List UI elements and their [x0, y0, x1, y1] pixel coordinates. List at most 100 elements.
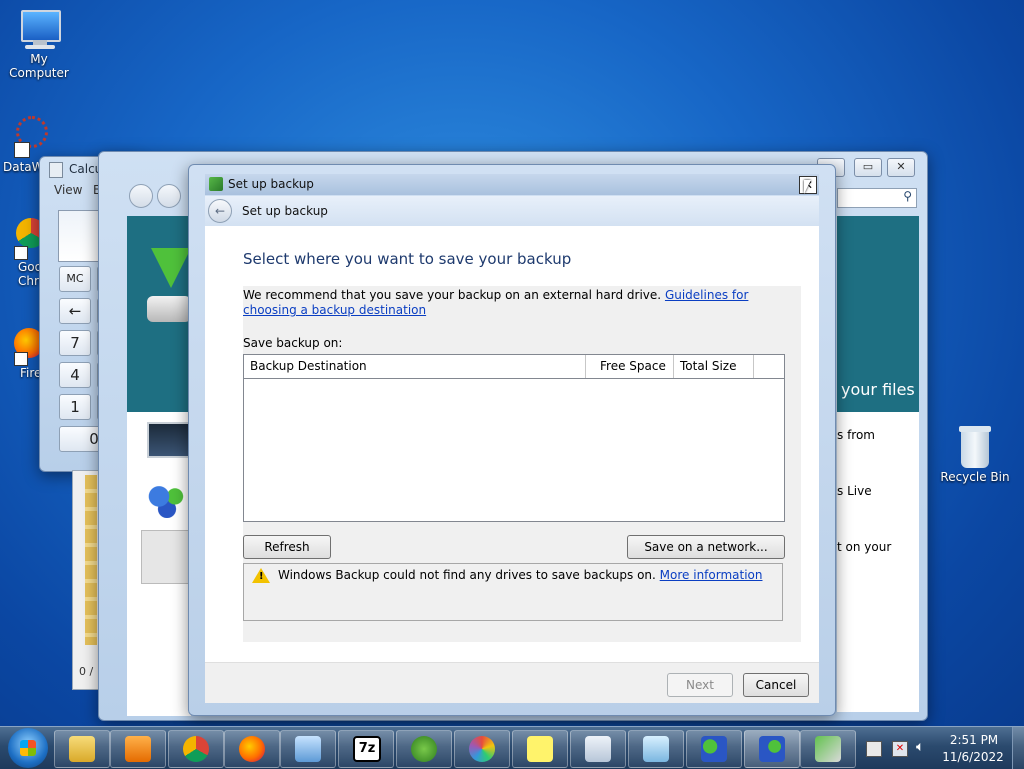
chrome-icon — [0, 216, 46, 260]
shortcut-arrow-icon — [14, 142, 30, 158]
back-button[interactable] — [129, 184, 153, 208]
frog-icon — [411, 736, 437, 762]
taskbar-chrome[interactable] — [168, 730, 224, 768]
desktop-icon-label: Recycle Bin — [940, 470, 1010, 484]
desktop-icon-label: Fire — [20, 366, 42, 380]
show-desktop-button[interactable] — [1012, 727, 1024, 769]
next-button[interactable]: Next — [667, 673, 733, 697]
calc-button-backspace[interactable]: ← — [59, 298, 91, 324]
desktop-icon-label: My Computer — [9, 52, 69, 80]
desktop-icon-recycle-bin[interactable]: Recycle Bin — [940, 424, 1010, 484]
close-button[interactable]: ✕ — [887, 158, 915, 177]
tray-network-icon[interactable]: ✕ — [892, 741, 908, 757]
dataw-icon — [0, 116, 48, 160]
desktop-icon-my-computer[interactable]: My Computer — [0, 8, 78, 80]
taskbar: 7z ✕ 🔈︎ 2:51 PM 11/6/2022 — [0, 726, 1024, 769]
desktop-icon-firefox[interactable]: Fire — [0, 326, 44, 380]
start-button[interactable] — [8, 728, 48, 768]
firefox-icon — [0, 326, 44, 366]
recommend-text: We recommend that you save your backup o… — [243, 288, 791, 318]
column-header-free-space[interactable]: Free Space — [594, 355, 674, 378]
dialog-back-button[interactable]: ← — [208, 199, 232, 223]
forward-button[interactable] — [157, 184, 181, 208]
clock-date[interactable]: 11/6/2022 — [940, 750, 1006, 764]
calc-button-7[interactable]: 7 — [59, 330, 91, 356]
right-banner: your files — [837, 216, 919, 412]
taskbar-control-panel[interactable] — [280, 730, 336, 768]
maximize-button[interactable]: ▭ — [854, 158, 882, 177]
backup-app-icon — [209, 177, 223, 191]
drive-icon — [147, 296, 191, 322]
sticky-notes-icon — [527, 736, 553, 762]
notepad-icon — [643, 736, 669, 762]
search-icon: ⚲ — [903, 189, 912, 203]
setup-backup-dialog[interactable]: Set up backup ✕ ← Set up backup Select w… — [188, 164, 836, 716]
save-on-label: Save backup on: — [243, 336, 343, 350]
calc-button-4[interactable]: 4 — [59, 362, 91, 388]
taskbar-network-2[interactable] — [744, 730, 800, 768]
dialog-title: Set up backup — [228, 177, 314, 191]
mouse-pointer-icon — [804, 180, 811, 194]
calculator-app-icon — [49, 162, 63, 178]
taskbar-notepad[interactable] — [628, 730, 684, 768]
monitor-icon — [147, 422, 191, 458]
dialog-nav-bar: ← Set up backup — [205, 196, 819, 226]
taskbar-explorer[interactable] — [54, 730, 110, 768]
taskbar-media[interactable] — [110, 730, 166, 768]
taskbar-backup[interactable] — [800, 730, 856, 768]
7zip-icon: 7z — [353, 736, 381, 762]
column-header-total-size[interactable]: Total Size — [674, 355, 754, 378]
clock-time[interactable]: 2:51 PM — [946, 733, 1002, 747]
windows-logo-icon — [20, 740, 36, 756]
taskbar-frog[interactable] — [396, 730, 452, 768]
back-arrow-icon: ← — [214, 204, 226, 218]
control-panel-icon — [295, 736, 321, 762]
side-text-2: s Live — [837, 484, 872, 498]
network-sharing-icon — [759, 736, 785, 762]
save-on-network-button[interactable]: Save on a network... — [627, 535, 785, 559]
backup-green-arrow-icon — [151, 248, 191, 288]
warning-text: Windows Backup could not find any drives… — [278, 568, 656, 582]
side-text-1: s from — [837, 428, 875, 442]
right-pane: s from s Live t on your — [837, 412, 919, 712]
taskbar-sticky-notes[interactable] — [512, 730, 568, 768]
warning-box: ! Windows Backup could not find any driv… — [243, 563, 783, 621]
recommend-text-body: We recommend that you save your backup o… — [243, 288, 662, 302]
firefox-icon — [239, 736, 265, 762]
dialog-footer: Next Cancel — [205, 662, 819, 703]
backup-drive-icon — [141, 530, 191, 584]
calculator-menu-view[interactable]: View — [54, 183, 82, 197]
paint-palette-icon — [469, 736, 495, 762]
desktop-icon-dataw[interactable]: DataW — [0, 116, 48, 174]
folder-icon — [69, 736, 95, 762]
desktop-icon-chrome[interactable]: Goo Chro — [0, 216, 46, 288]
media-player-icon — [125, 736, 151, 762]
calc-button-mc[interactable]: MC — [59, 266, 91, 292]
taskbar-paint[interactable] — [454, 730, 510, 768]
dialog-titlebar[interactable]: Set up backup ✕ — [205, 174, 819, 195]
taskbar-7zip[interactable]: 7z — [338, 730, 394, 768]
refresh-button[interactable]: Refresh — [243, 535, 331, 559]
more-information-link[interactable]: More information — [660, 568, 763, 582]
cancel-button[interactable]: Cancel — [743, 673, 809, 697]
dialog-content: Select where you want to save your backu… — [205, 226, 819, 662]
left-pane-header — [127, 216, 191, 412]
taskbar-network[interactable] — [686, 730, 742, 768]
network-globe-icon — [147, 482, 187, 518]
search-box[interactable]: ⚲ — [837, 188, 917, 208]
destination-table[interactable]: Backup Destination Free Space Total Size — [243, 354, 785, 522]
dialog-heading: Select where you want to save your backu… — [243, 250, 572, 268]
dialog-nav-title: Set up backup — [242, 204, 328, 218]
taskbar-calculator[interactable] — [570, 730, 626, 768]
network-icon — [701, 736, 727, 762]
tray-action-center-icon[interactable] — [866, 741, 882, 757]
folder-list — [85, 475, 97, 645]
taskbar-firefox[interactable] — [224, 730, 280, 768]
column-header-destination[interactable]: Backup Destination — [244, 355, 586, 378]
calc-button-1[interactable]: 1 — [59, 394, 91, 420]
computer-icon — [17, 8, 61, 52]
backup-icon — [815, 736, 841, 762]
chrome-icon — [183, 736, 209, 762]
table-header: Backup Destination Free Space Total Size — [244, 355, 784, 379]
tray-volume-icon[interactable]: 🔈︎ — [916, 739, 924, 755]
